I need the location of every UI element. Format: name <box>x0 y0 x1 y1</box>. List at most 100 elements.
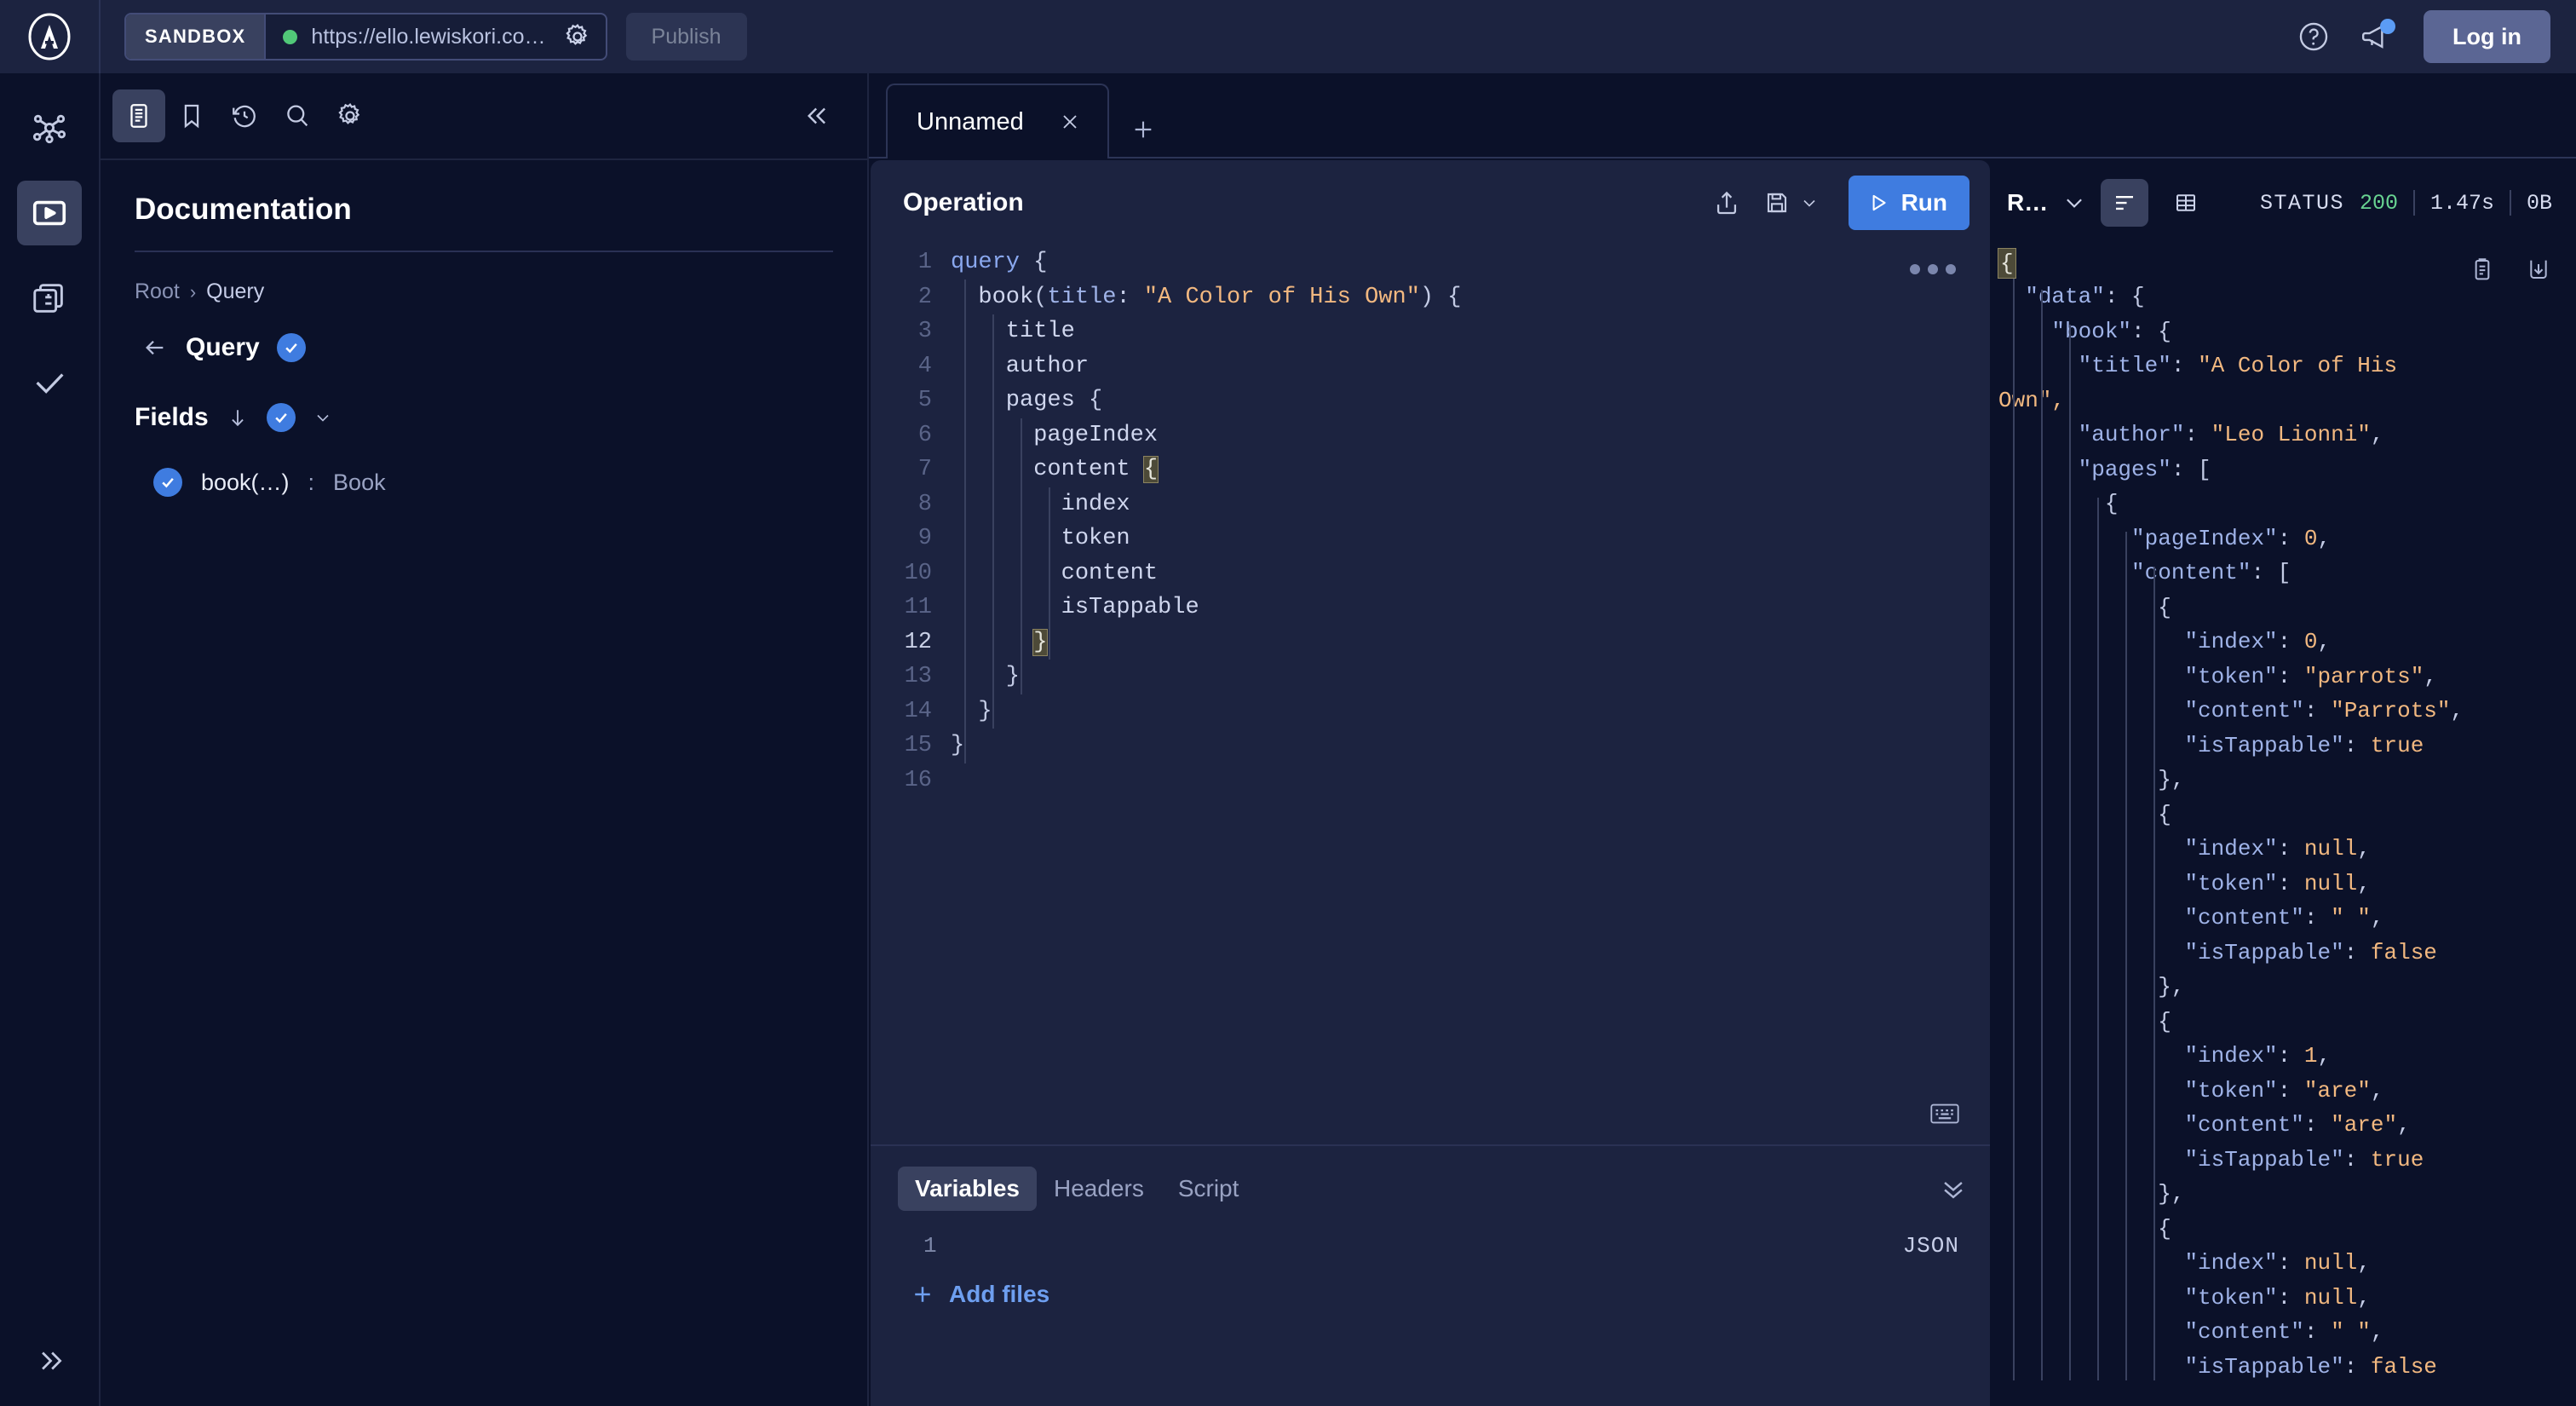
code-line: 10 content <box>871 556 1990 591</box>
rail-expand-button[interactable] <box>33 1345 66 1377</box>
code-line: 15} <box>871 729 1990 764</box>
tab-unnamed[interactable]: Unnamed <box>886 84 1109 158</box>
line-number: 2 <box>871 280 951 315</box>
variables-line-number: 1 <box>871 1233 1990 1259</box>
documentation-body: Documentation Root › Query Query Fields <box>101 160 867 497</box>
table-view-icon <box>2173 190 2199 216</box>
megaphone-icon[interactable] <box>2359 20 2395 53</box>
publish-button[interactable]: Publish <box>626 13 747 61</box>
operation-panel: Operation <box>871 160 1990 1406</box>
line-number: 3 <box>871 314 951 349</box>
close-x-icon[interactable] <box>1058 110 1082 134</box>
code-lines: 1query {2 book(title: "A Color of His Ow… <box>871 245 1990 798</box>
doc-tool-history[interactable] <box>218 89 271 142</box>
code-text: query { <box>951 245 1047 280</box>
code-text: index <box>951 487 1130 522</box>
login-button[interactable]: Log in <box>2424 10 2550 63</box>
response-body[interactable]: { "data": { "book": { "title": "A Color … <box>1990 245 2576 1384</box>
response-selector[interactable]: R… <box>2007 189 2087 216</box>
keyboard-shortcuts-icon[interactable] <box>1930 1102 1959 1126</box>
line-number: 5 <box>871 383 951 418</box>
apollo-logo[interactable] <box>0 0 101 73</box>
question-circle-icon[interactable] <box>2297 20 2330 53</box>
check-circle-icon[interactable] <box>267 403 296 432</box>
sandbox-badge: SANDBOX <box>126 14 266 59</box>
chevron-double-down-icon[interactable] <box>1939 1174 1968 1203</box>
response-line: "token": "are", <box>1990 1074 2576 1109</box>
documentation-collapse-button[interactable] <box>792 89 845 142</box>
add-tab-button[interactable] <box>1130 116 1157 143</box>
response-root-bracket: { <box>1998 249 2015 278</box>
arrow-down-icon[interactable] <box>226 406 250 429</box>
check-circle-icon[interactable] <box>153 468 182 497</box>
endpoint-url-text: https://ello.lewiskori.co… <box>311 25 545 49</box>
response-view-json-button[interactable] <box>2101 179 2148 227</box>
response-size: 0B <box>2527 191 2552 216</box>
gear-icon[interactable] <box>560 22 592 51</box>
response-line: "isTappable": true <box>1990 1143 2576 1178</box>
chevron-down-icon <box>2061 190 2087 216</box>
response-view-table-button[interactable] <box>2162 179 2210 227</box>
response-line: "index": null, <box>1990 1246 2576 1281</box>
code-line: 2 book(title: "A Color of His Own") { <box>871 280 1990 315</box>
operation-actions: Run <box>1712 176 1969 230</box>
share-upload-icon[interactable] <box>1712 188 1741 217</box>
sidebar-item-schema[interactable] <box>17 95 82 160</box>
response-line: "pages": [ <box>1990 452 2576 487</box>
sidebar-item-explorer[interactable] <box>17 181 82 245</box>
add-files-button[interactable]: Add files <box>871 1281 1990 1308</box>
arrow-left-icon[interactable] <box>141 334 169 361</box>
gear-icon <box>336 101 365 130</box>
chevron-down-icon[interactable] <box>313 407 333 428</box>
code-text: } <box>951 625 1047 660</box>
line-number: 4 <box>871 349 951 384</box>
page-title: Documentation <box>135 193 833 252</box>
variables-editor[interactable]: JSON 1 Add files <box>871 1211 1990 1406</box>
line-number: 7 <box>871 452 951 487</box>
documentation-toolbar <box>101 73 867 160</box>
fields-label: Fields <box>135 403 209 432</box>
connected-green-dot <box>283 30 297 44</box>
chevron-double-right-icon <box>33 1345 66 1377</box>
status-label: STATUS <box>2260 191 2344 216</box>
endpoint-bar[interactable]: SANDBOX https://ello.lewiskori.co… <box>124 13 607 61</box>
sidebar-item-checks[interactable] <box>17 351 82 416</box>
response-line: "pageIndex": 0, <box>1990 521 2576 556</box>
code-line: 6 pageIndex <box>871 418 1990 453</box>
sidebar-item-variants[interactable] <box>17 266 82 331</box>
plus-icon <box>910 1282 935 1307</box>
documentation-panel: Documentation Root › Query Query Fields <box>101 73 869 1406</box>
graphql-editor[interactable]: 1query {2 book(title: "A Color of His Ow… <box>871 245 1990 1144</box>
run-button[interactable]: Run <box>1849 176 1969 230</box>
doc-tool-documentation[interactable] <box>112 89 165 142</box>
type-name: Query <box>186 333 260 362</box>
code-line: 11 isTappable <box>871 591 1990 625</box>
save-operation-button[interactable] <box>1763 189 1820 216</box>
add-files-label: Add files <box>949 1281 1049 1308</box>
line-number: 10 <box>871 556 951 591</box>
line-number: 11 <box>871 591 951 625</box>
endpoint-url-group[interactable]: https://ello.lewiskori.co… <box>266 22 605 51</box>
doc-tool-settings[interactable] <box>324 89 377 142</box>
ellipsis-icon[interactable] <box>1910 264 1956 274</box>
download-icon[interactable] <box>2525 256 2552 283</box>
line-number: 12 <box>871 625 951 660</box>
doc-tool-bookmarks[interactable] <box>165 89 218 142</box>
field-separator: : <box>308 470 315 496</box>
tab-script[interactable]: Script <box>1161 1167 1256 1211</box>
list-item[interactable]: book(…) : Book <box>135 468 833 497</box>
response-line: { <box>1990 798 2576 833</box>
chevron-down-icon <box>1799 193 1820 213</box>
tab-label: Unnamed <box>917 108 1024 136</box>
doc-tool-search[interactable] <box>271 89 324 142</box>
check-circle-icon[interactable] <box>277 333 306 362</box>
breadcrumb-root[interactable]: Root <box>135 279 180 304</box>
meta-separator <box>2510 190 2511 216</box>
chevron-double-left-icon <box>804 101 833 130</box>
response-line: "isTappable": true <box>1990 729 2576 764</box>
tab-variables[interactable]: Variables <box>898 1167 1037 1211</box>
code-line: 9 token <box>871 521 1990 556</box>
code-text: content { <box>951 452 1158 487</box>
tab-headers[interactable]: Headers <box>1037 1167 1161 1211</box>
clipboard-copy-icon[interactable] <box>2469 256 2496 283</box>
